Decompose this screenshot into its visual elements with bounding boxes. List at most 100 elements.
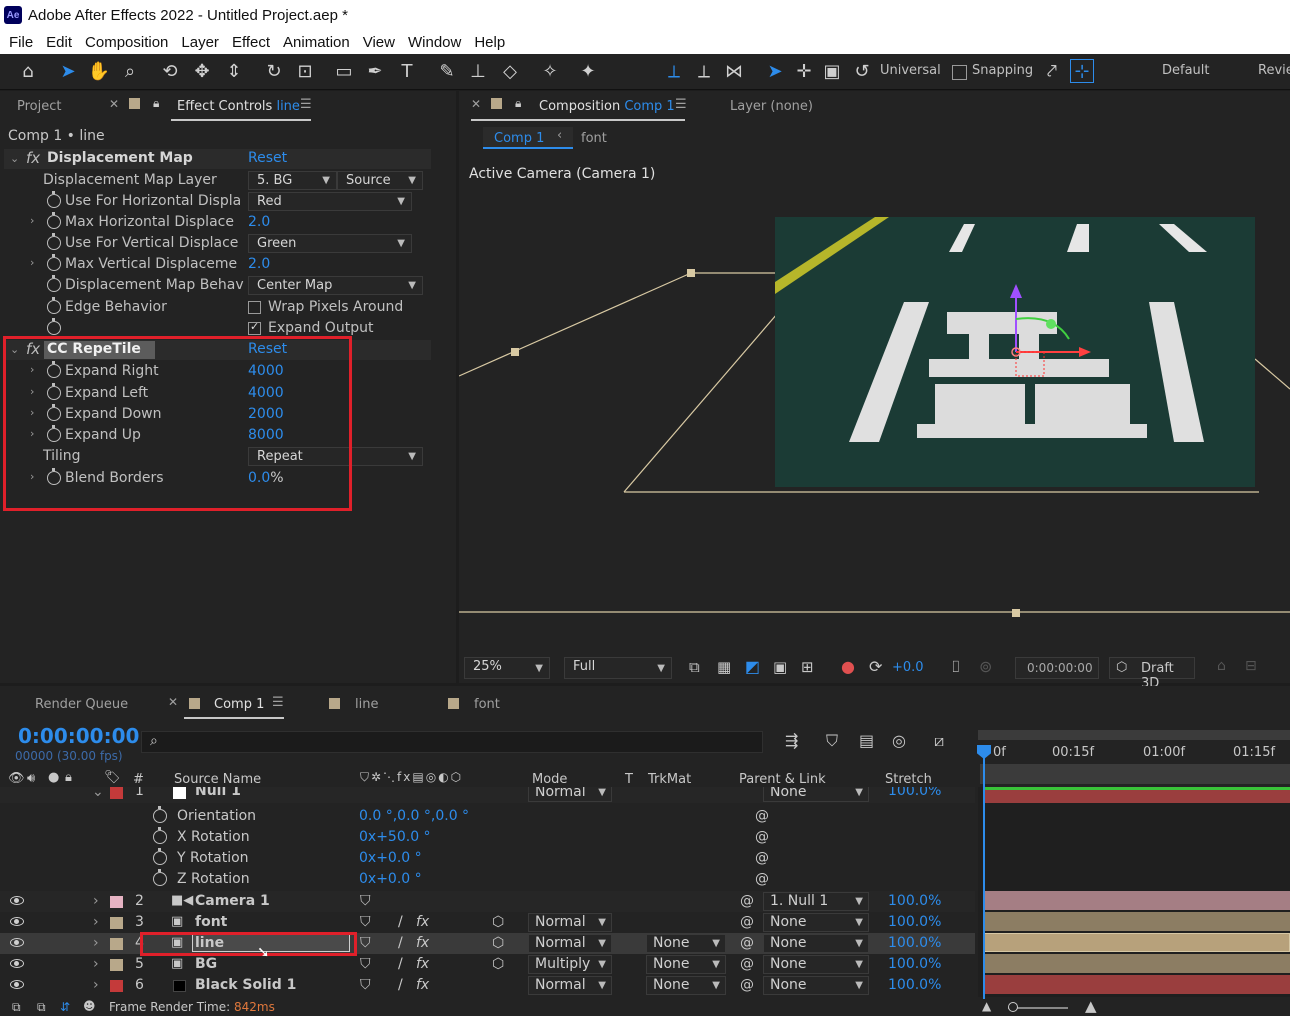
zoom-in-icon[interactable]: ▲	[1085, 997, 1097, 1015]
region-of-interest-icon[interactable]: ▣	[773, 658, 787, 676]
exposure-reset-icon[interactable]: ⟳	[869, 657, 882, 676]
playhead[interactable]	[983, 746, 985, 999]
stopwatch-icon[interactable]	[153, 848, 167, 865]
property-row[interactable]: Z Rotation 0x+0.0 ° @	[0, 869, 975, 890]
rotation-tool-icon[interactable]: ↻	[262, 59, 286, 83]
universal-label[interactable]: Universal	[880, 63, 941, 78]
trkmat-dropdown[interactable]: None ▼	[646, 976, 726, 995]
timeline-bars-area[interactable]	[978, 787, 1290, 997]
reset-link[interactable]: Reset	[248, 150, 287, 166]
3d-view-icon[interactable]: ⌂	[1217, 658, 1226, 674]
tab-composition[interactable]: Composition Comp 1	[539, 99, 675, 114]
menu-file[interactable]: File	[9, 34, 33, 51]
transparency-grid-icon[interactable]: ▦	[717, 658, 731, 676]
hand-tool-icon[interactable]: ✋	[87, 59, 111, 83]
tab-project[interactable]: Project	[17, 99, 61, 114]
shy-layers-icon[interactable]: ⛉	[826, 731, 838, 751]
puppet-pin-icon[interactable]: ✦	[576, 59, 600, 83]
trkmat-dropdown[interactable]: None ▼	[646, 955, 726, 974]
grid-guides-icon[interactable]: ⊞	[801, 658, 814, 676]
trkmat-dropdown[interactable]: None ▼	[646, 934, 726, 953]
menu-view[interactable]: View	[363, 34, 395, 51]
pan-behind-icon[interactable]: ⊡	[293, 59, 317, 83]
layer-row-null[interactable]: ⌄ 1 Null 1 Normal ▼ None ▼ 100.0%	[0, 787, 975, 803]
mode-dropdown[interactable]: Normal ▼	[528, 913, 612, 932]
snapping-label[interactable]: Snapping	[972, 63, 1033, 78]
world-axis-icon[interactable]: ⟂	[692, 59, 716, 83]
transfer-controls-icon[interactable]: ⧉	[37, 1000, 46, 1015]
effect-header-displacement[interactable]: ⌄ fx Displacement Map Reset	[4, 149, 431, 169]
mode-dropdown[interactable]: Normal ▼	[528, 787, 612, 802]
view-axis-icon[interactable]: ⋈	[722, 59, 746, 83]
horizontal-channel-dropdown[interactable]: Red ▼	[248, 192, 412, 211]
comp-nav-font[interactable]: font	[581, 131, 607, 146]
view-layout-icon[interactable]: ⊟	[1245, 658, 1257, 674]
frame-blending-icon[interactable]: ▤	[859, 731, 874, 750]
color-channels-icon[interactable]: ●	[841, 657, 855, 676]
current-time-field[interactable]: 0:00:00:00	[1015, 657, 1099, 679]
lock-icon[interactable]: 🔒︎	[515, 96, 521, 111]
brush-tool-icon[interactable]: ✎	[435, 59, 459, 83]
wrap-pixels-checkbox[interactable]	[248, 301, 261, 314]
expand-output-checkbox[interactable]	[248, 320, 261, 335]
type-tool-icon[interactable]: T	[395, 59, 419, 83]
twirl-right-icon[interactable]: ›	[93, 914, 99, 930]
stopwatch-icon[interactable]	[47, 297, 61, 314]
menu-edit[interactable]: Edit	[46, 34, 72, 51]
stopwatch-icon[interactable]	[153, 806, 167, 823]
tab-layer[interactable]: Layer (none)	[730, 99, 813, 114]
render-time-icon[interactable]: ☻	[83, 999, 96, 1013]
map-layer-dropdown[interactable]: 5. BG ▼	[248, 171, 337, 190]
parent-dropdown[interactable]: None ▼	[763, 976, 869, 995]
stopwatch-icon[interactable]	[47, 318, 61, 335]
twirl-down-icon[interactable]: ⌄	[10, 152, 19, 165]
tab-render-queue[interactable]: Render Queue	[35, 697, 128, 712]
vertical-channel-dropdown[interactable]: Green ▼	[248, 234, 412, 253]
time-ruler[interactable]: 0f 00:15f 01:00f 01:15f	[978, 728, 1290, 786]
visibility-eye-icon[interactable]	[10, 917, 24, 926]
stopwatch-icon[interactable]	[47, 254, 61, 271]
comp-flowchart-icon[interactable]: ⇶	[785, 731, 798, 750]
tab-font[interactable]: font	[474, 697, 500, 712]
visibility-eye-icon[interactable]	[10, 980, 24, 989]
property-row[interactable]: X Rotation 0x+50.0 ° @	[0, 827, 975, 848]
menu-help[interactable]: Help	[474, 34, 505, 51]
mode-dropdown[interactable]: Normal ▼	[528, 976, 612, 995]
in-out-icon[interactable]: ⇵	[60, 1000, 70, 1014]
menu-animation[interactable]: Animation	[283, 34, 350, 51]
stopwatch-icon[interactable]	[47, 212, 61, 229]
mode-dropdown[interactable]: Normal ▼	[528, 934, 612, 953]
panel-menu-icon[interactable]: ☰	[272, 695, 284, 710]
mask-visibility-icon[interactable]: ◩	[745, 657, 760, 676]
snapshot-camera-icon[interactable]: ⌷	[951, 657, 961, 677]
snap-options-icon[interactable]: ⤤	[1040, 59, 1064, 83]
pen-tool-icon[interactable]: ✒	[363, 59, 387, 83]
parent-dropdown[interactable]: 1. Null 1 ▼	[763, 892, 869, 911]
dolly-camera-icon[interactable]: ⇕	[222, 59, 246, 83]
layer-row-black-solid[interactable]: › 6 Black Solid 1 ⛉ / fx Normal ▼ None ▼ @…	[0, 975, 975, 996]
zoom-out-icon[interactable]: ▲	[982, 999, 991, 1013]
move-gizmo-icon[interactable]: ✛	[792, 59, 816, 83]
menu-window[interactable]: Window	[408, 34, 461, 51]
show-snapshot-icon[interactable]: ⊚	[979, 657, 992, 676]
stopwatch-icon[interactable]	[153, 827, 167, 844]
layer-row-bg[interactable]: › 5 ▣ BG ⛉ / fx ⬡ Multiply ▼ None ▼ @ None…	[0, 954, 975, 975]
magnification-dropdown[interactable]: 25% ▼	[464, 657, 550, 679]
source-name-header[interactable]: Source Name	[174, 772, 261, 787]
zoom-slider-thumb[interactable]	[1008, 1002, 1018, 1012]
visibility-eye-icon[interactable]	[10, 959, 24, 968]
close-icon[interactable]: ✕	[168, 695, 178, 709]
menu-layer[interactable]: Layer	[181, 34, 219, 51]
parent-dropdown[interactable]: None ▼	[763, 787, 869, 802]
fx-icon[interactable]: fx	[26, 149, 40, 167]
workspace-default[interactable]: Default	[1162, 63, 1210, 78]
fast-preview-icon[interactable]: ⧉	[689, 658, 700, 676]
layer-row-font[interactable]: › 3 ▣ font ⛉ / fx ⬡ Normal ▼ @ None ▼ 100.…	[0, 912, 975, 933]
camera-select-icon[interactable]: ➤	[763, 59, 787, 83]
param-value[interactable]: 2.0	[248, 256, 270, 272]
layer-search-input[interactable]: ⌕	[141, 731, 763, 753]
map-source-dropdown[interactable]: Source ▼	[337, 171, 423, 190]
scale-gizmo-icon[interactable]: ▣	[820, 59, 844, 83]
zoom-tool-icon[interactable]: ⌕	[118, 59, 142, 83]
twirl-right-icon[interactable]: ›	[93, 893, 99, 909]
